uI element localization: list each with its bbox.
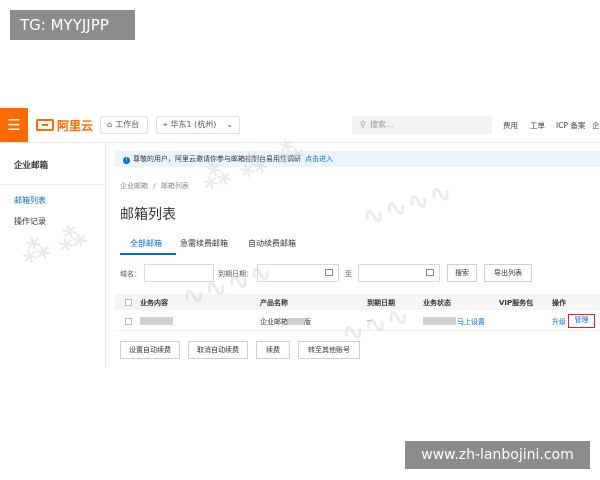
domain-input[interactable] xyxy=(144,264,214,282)
top-link-icp[interactable]: ICP 备案 xyxy=(556,120,585,131)
home-icon: ⌂ xyxy=(107,120,113,129)
notice-link[interactable]: 点击进入 xyxy=(305,155,333,163)
product-name: 企业邮箱 版 xyxy=(260,317,311,327)
search-icon: ⚲ xyxy=(360,120,366,129)
transfer-account-button[interactable]: 转至其他账号 xyxy=(298,341,360,359)
calendar-icon[interactable] xyxy=(426,269,434,276)
col-operations: 操作 xyxy=(552,299,566,307)
sidebar-title: 企业邮箱 xyxy=(14,161,49,171)
search-button[interactable]: 搜索 xyxy=(447,264,477,282)
expire-date-label: 到期日期： xyxy=(218,270,253,278)
tab-auto-renewal[interactable]: 自动续费邮箱 xyxy=(248,238,296,249)
set-now-link[interactable]: 马上设置 xyxy=(457,317,485,327)
brand-logo[interactable]: 阿里云 xyxy=(36,117,93,133)
redacted-product-edition xyxy=(288,318,304,325)
expire-end-input[interactable] xyxy=(358,264,440,282)
tab-all-mailboxes[interactable]: 全部邮箱 xyxy=(130,238,162,249)
top-link-enterprise[interactable]: 企 xyxy=(592,120,600,131)
redacted-business-content xyxy=(140,317,173,325)
upgrade-link[interactable]: 升级 xyxy=(552,317,566,327)
chevron-down-icon: ⌄ xyxy=(226,120,233,129)
select-all-checkbox[interactable] xyxy=(125,299,132,306)
table-header: 业务内容 产品名称 到期日期 业务状态 VIP服务包 操作 xyxy=(115,294,600,310)
redacted-status xyxy=(423,317,456,325)
sidebar-item-operation-log[interactable]: 操作记录 xyxy=(14,216,46,227)
product-name-suffix: 版 xyxy=(304,318,311,326)
expire-date-value: -- xyxy=(367,317,373,325)
breadcrumb-root[interactable]: 企业邮箱 xyxy=(120,182,148,190)
domain-label: 域名： xyxy=(120,270,141,278)
table-row: 企业邮箱 版 -- 马上设置 升级 xyxy=(115,312,600,331)
col-vip-package: VIP服务包 xyxy=(499,299,534,307)
breadcrumb: 企业邮箱 / 邮箱列表 xyxy=(120,181,189,191)
active-tab-indicator xyxy=(120,253,176,255)
tab-bar: 全部邮箱 急需续费邮箱 自动续费邮箱 xyxy=(120,234,600,256)
workbench-button[interactable]: ⌂ 工作台 xyxy=(100,116,148,134)
row-checkbox[interactable] xyxy=(125,318,132,325)
aliyun-logo-icon xyxy=(36,119,54,131)
page-title: 邮箱列表 xyxy=(120,207,176,223)
workbench-label: 工作台 xyxy=(115,120,140,129)
top-link-fees[interactable]: 费用 xyxy=(503,120,518,131)
manage-link[interactable]: 管理 xyxy=(568,314,595,328)
breadcrumb-current: 邮箱列表 xyxy=(160,182,189,190)
aliyun-console-screenshot: ☰ 阿里云 ⌂ 工作台 ⌖ 华东1 (杭州) ⌄ ⚲ 搜索... 费用 工单 I… xyxy=(0,108,600,368)
survey-notice: ! 尊敬的用户，阿里云邀请你参与邮箱控制台易用性调研 点击进入 xyxy=(115,151,600,167)
cancel-auto-renew-button[interactable]: 取消自动续费 xyxy=(188,341,248,359)
calendar-icon[interactable] xyxy=(325,269,333,276)
search-input[interactable]: ⚲ 搜索... xyxy=(352,116,492,134)
brand-name: 阿里云 xyxy=(57,118,94,133)
bulk-actions: 设置自动续费 取消自动续费 续费 转至其他账号 xyxy=(120,341,600,361)
site-overlay-label: www.zh-lanbojini.com xyxy=(405,441,590,469)
filter-bar: 域名： 到期日期： 至 搜索 导出列表 xyxy=(120,264,600,284)
location-icon: ⌖ xyxy=(163,120,168,129)
top-link-tickets[interactable]: 工单 xyxy=(530,120,545,131)
watermark-graphic: ∿∿∿∿ xyxy=(357,174,457,235)
expire-start-input[interactable] xyxy=(257,264,339,282)
info-icon: ! xyxy=(123,157,130,164)
tg-overlay-label: TG: MYYJJPP xyxy=(10,10,135,40)
col-business-status: 业务状态 xyxy=(423,299,451,307)
top-bar: ☰ 阿里云 ⌂ 工作台 ⌖ 华东1 (杭州) ⌄ ⚲ 搜索... 费用 工单 I… xyxy=(0,108,600,143)
col-product-name: 产品名称 xyxy=(260,299,288,307)
renew-button[interactable]: 续费 xyxy=(256,341,290,359)
export-list-button[interactable]: 导出列表 xyxy=(484,264,532,282)
date-range-to-label: 至 xyxy=(345,270,352,278)
enable-auto-renew-button[interactable]: 设置自动续费 xyxy=(120,341,180,359)
breadcrumb-separator: / xyxy=(153,182,156,190)
tab-urgent-renewal[interactable]: 急需续费邮箱 xyxy=(180,238,228,249)
col-expire-date: 到期日期 xyxy=(367,299,395,307)
sidebar-divider xyxy=(0,184,105,185)
region-selector[interactable]: ⌖ 华东1 (杭州) ⌄ xyxy=(156,116,240,134)
hamburger-icon[interactable]: ☰ xyxy=(0,108,28,142)
notice-text: 尊敬的用户，阿里云邀请你参与邮箱控制台易用性调研 xyxy=(133,155,301,163)
sidebar: 企业邮箱 邮箱列表 操作记录 xyxy=(0,143,106,368)
region-label: 华东1 (杭州) xyxy=(170,120,217,129)
product-name-prefix: 企业邮箱 xyxy=(260,318,288,326)
col-business-content: 业务内容 xyxy=(140,299,168,307)
search-placeholder: 搜索... xyxy=(369,120,394,129)
sidebar-item-mailbox-list[interactable]: 邮箱列表 xyxy=(14,195,46,206)
